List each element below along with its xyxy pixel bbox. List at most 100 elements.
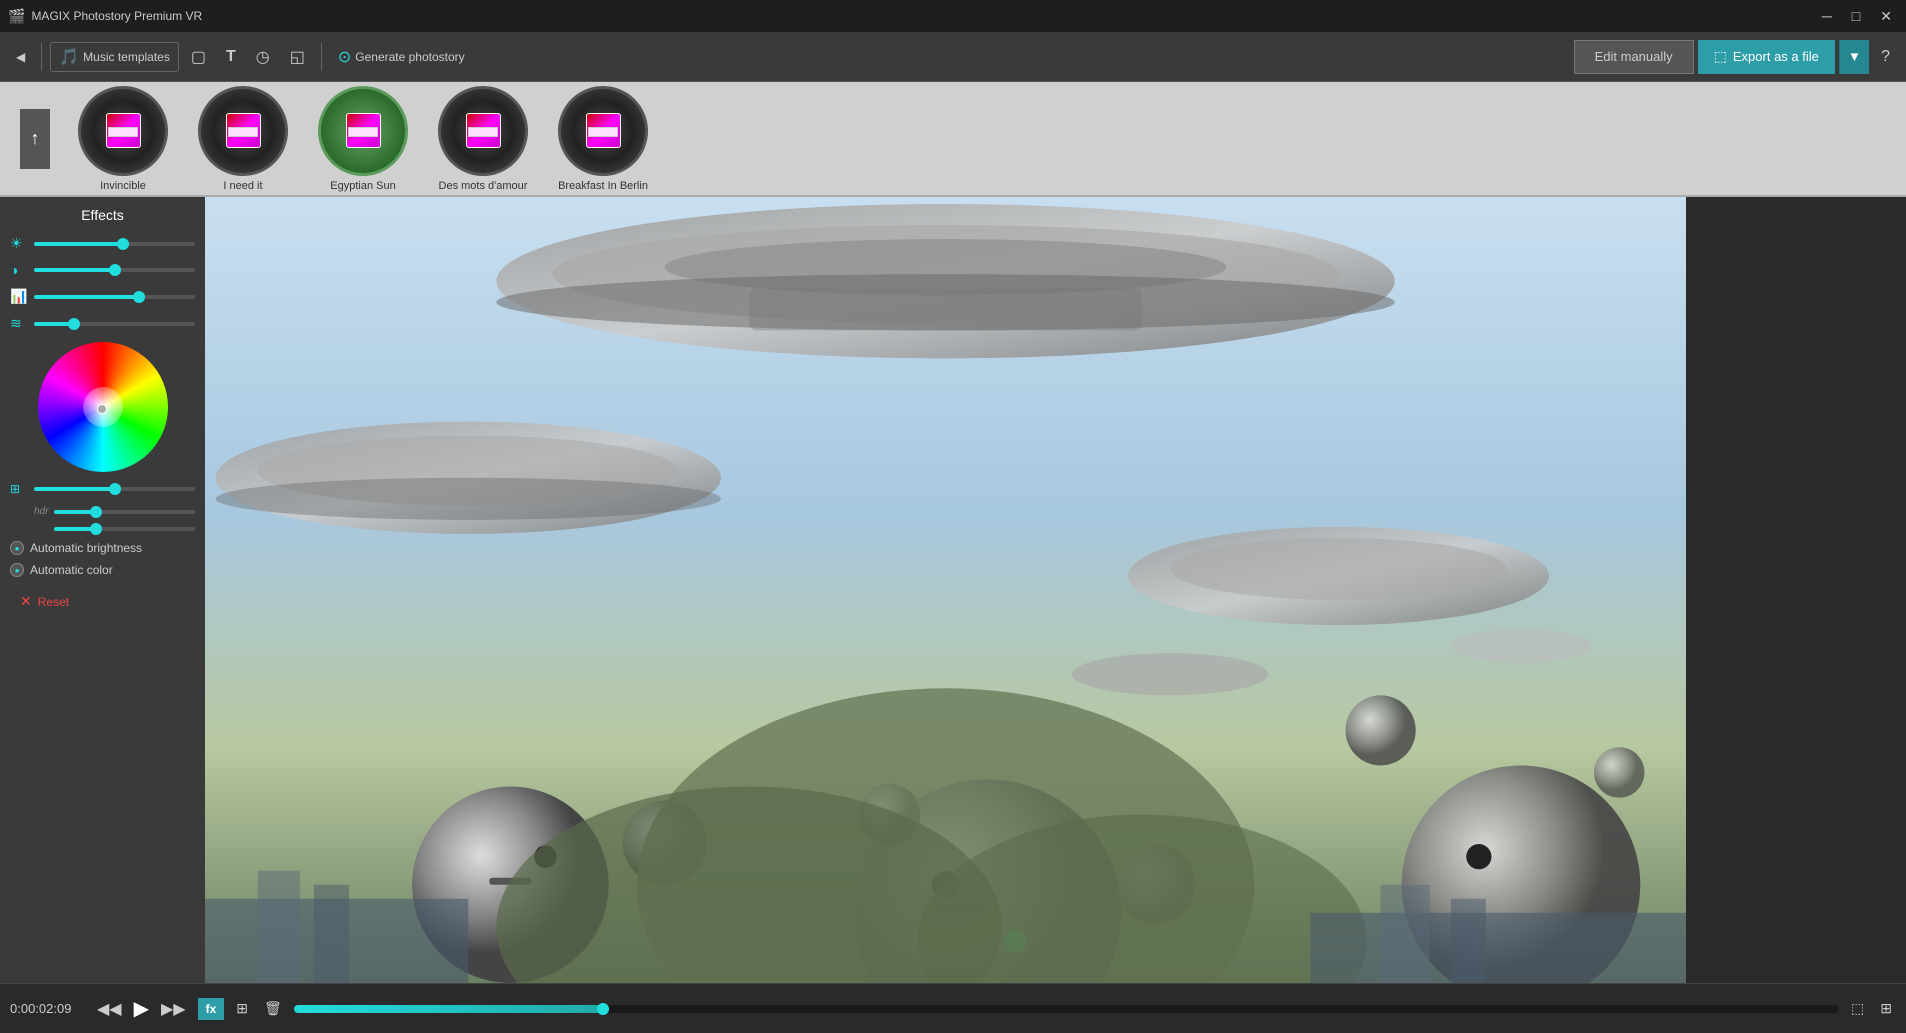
hdr2-slider[interactable] — [54, 527, 195, 531]
titlebar-controls: ─ □ ✕ — [1816, 6, 1898, 27]
extra1-slider[interactable] — [34, 487, 195, 491]
auto-brightness-checkbox[interactable]: ● — [10, 541, 24, 555]
disc-label-4 — [468, 127, 498, 137]
text-button[interactable]: T — [218, 44, 244, 70]
disc-4 — [438, 86, 528, 176]
titlebar-left: 🎬 MAGIX Photostory Premium VR — [8, 8, 202, 25]
close-button[interactable]: ✕ — [1874, 6, 1898, 27]
forward-button[interactable]: ▶▶ — [157, 995, 190, 1023]
trim-button[interactable]: ◱ — [282, 43, 313, 71]
extra1-thumb[interactable] — [109, 483, 121, 495]
storyboard-icon: ⊞ — [236, 1000, 248, 1016]
toolbar: ◀ 🎵 Music templates ▢ T ◷ ◱ ⊙ Generate p… — [0, 32, 1906, 82]
auto-section: ● Automatic brightness ● Automatic color — [10, 541, 195, 577]
music-item-5[interactable]: Breakfast In Berlin — [558, 86, 648, 192]
music-icon: 🎵 — [59, 47, 79, 67]
disc-inner-5 — [586, 113, 621, 148]
square-button[interactable]: ▢ — [183, 43, 214, 71]
effects-title: Effects — [10, 207, 195, 223]
separator-1 — [41, 43, 42, 71]
color-wheel-container — [10, 342, 195, 472]
music-templates-area: ↑ Invincible I need it Egyptian Sun Des mot… — [0, 82, 1906, 197]
music-name-4: Des mots d'amour — [439, 180, 528, 192]
brightness-slider[interactable] — [34, 242, 195, 246]
disc-inner-1 — [106, 113, 141, 148]
saturation-fill — [34, 295, 139, 299]
sharpness-icon: ≋ — [10, 315, 28, 332]
minimize-button[interactable]: ─ — [1816, 6, 1838, 27]
music-item-2[interactable]: I need it — [198, 86, 288, 192]
text-icon: T — [226, 48, 236, 66]
contrast-icon: ◑ — [10, 262, 28, 278]
bottom-controls: 0:00:02:09 ◀◀ ▶ ▶▶ fx ⊞ 🗑 ⬚ ⊞ — [0, 983, 1906, 1033]
back-button[interactable]: ◀ — [8, 46, 33, 68]
sharpness-thumb[interactable] — [68, 318, 80, 330]
grid-icon: ⊞ — [1880, 1000, 1892, 1016]
storyboard-button[interactable]: ⊞ — [232, 996, 252, 1021]
trash-button[interactable]: 🗑 — [260, 996, 286, 1021]
music-item-1[interactable]: Invincible — [78, 86, 168, 192]
clock-button[interactable]: ◷ — [248, 43, 278, 71]
generate-button[interactable]: ⊙ Generate photostory — [330, 43, 473, 71]
edit-manually-button[interactable]: Edit manually — [1574, 40, 1694, 74]
hdr1-thumb[interactable] — [90, 506, 102, 518]
contrast-row: ◑ — [10, 262, 195, 278]
music-item-3[interactable]: Egyptian Sun — [318, 86, 408, 192]
play-button[interactable]: ▶ — [134, 996, 149, 1021]
saturation-thumb[interactable] — [133, 291, 145, 303]
back-icon: ◀ — [16, 50, 25, 64]
export-dropdown-button[interactable]: ▼ — [1839, 40, 1869, 74]
hdr1-slider[interactable] — [54, 510, 195, 514]
disc-inner-2 — [226, 113, 261, 148]
reset-area[interactable]: ✕ Reset — [10, 585, 195, 618]
brightness-row: ☀ — [10, 235, 195, 252]
saturation-slider[interactable] — [34, 295, 195, 299]
video-area — [205, 197, 1686, 983]
brightness-icon: ☀ — [10, 235, 28, 252]
timeline-thumb[interactable] — [597, 1003, 609, 1015]
chevron-down-icon: ▼ — [1848, 49, 1861, 64]
reset-icon: ✕ — [20, 593, 32, 610]
disc-inner-3 — [346, 113, 381, 148]
disc-inner-4 — [466, 113, 501, 148]
music-templates-button[interactable]: 🎵 Music templates — [50, 42, 179, 72]
timeline-progress — [294, 1005, 603, 1013]
disc-3 — [318, 86, 408, 176]
scroll-up-button[interactable]: ↑ — [20, 109, 50, 169]
effects-panel: Effects ☀ ◑ 📊 ≋ — [0, 197, 205, 983]
auto-color-item[interactable]: ● Automatic color — [10, 563, 195, 577]
auto-color-checkbox[interactable]: ● — [10, 563, 24, 577]
grid-button[interactable]: ⊞ — [1876, 996, 1896, 1021]
help-button[interactable]: ? — [1873, 44, 1898, 70]
auto-brightness-item[interactable]: ● Automatic brightness — [10, 541, 195, 555]
disc-1 — [78, 86, 168, 176]
scene-svg — [205, 197, 1686, 983]
export-button[interactable]: ⬚ Export as a file — [1698, 40, 1835, 74]
music-templates-label: Music templates — [83, 50, 170, 64]
app-title: MAGIX Photostory Premium VR — [31, 9, 202, 23]
hdr2-thumb[interactable] — [90, 523, 102, 535]
rewind-button[interactable]: ◀◀ — [93, 995, 126, 1023]
sharpness-slider[interactable] — [34, 322, 195, 326]
right-panel — [1686, 197, 1906, 983]
separator-2 — [321, 43, 322, 71]
music-item-4[interactable]: Des mots d'amour — [438, 86, 528, 192]
contrast-thumb[interactable] — [109, 264, 121, 276]
hdr1-row: hdr — [10, 506, 195, 517]
screenshot-button[interactable]: ⬚ — [1847, 996, 1868, 1021]
color-wheel[interactable] — [38, 342, 168, 472]
contrast-slider[interactable] — [34, 268, 195, 272]
trash-icon: 🗑 — [264, 1000, 282, 1016]
brightness-thumb[interactable] — [117, 238, 129, 250]
time-display: 0:00:02:09 — [10, 1001, 85, 1016]
trim-icon: ◱ — [290, 47, 305, 67]
timeline[interactable] — [294, 1005, 1839, 1013]
music-name-3: Egyptian Sun — [330, 180, 395, 192]
maximize-button[interactable]: □ — [1846, 6, 1866, 27]
music-name-5: Breakfast In Berlin — [558, 180, 648, 192]
main-area: Effects ☀ ◑ 📊 ≋ — [0, 197, 1906, 983]
fx-button[interactable]: fx — [198, 998, 225, 1020]
export-label: Export as a file — [1733, 49, 1819, 64]
disc-2 — [198, 86, 288, 176]
clock-icon: ◷ — [256, 47, 270, 67]
